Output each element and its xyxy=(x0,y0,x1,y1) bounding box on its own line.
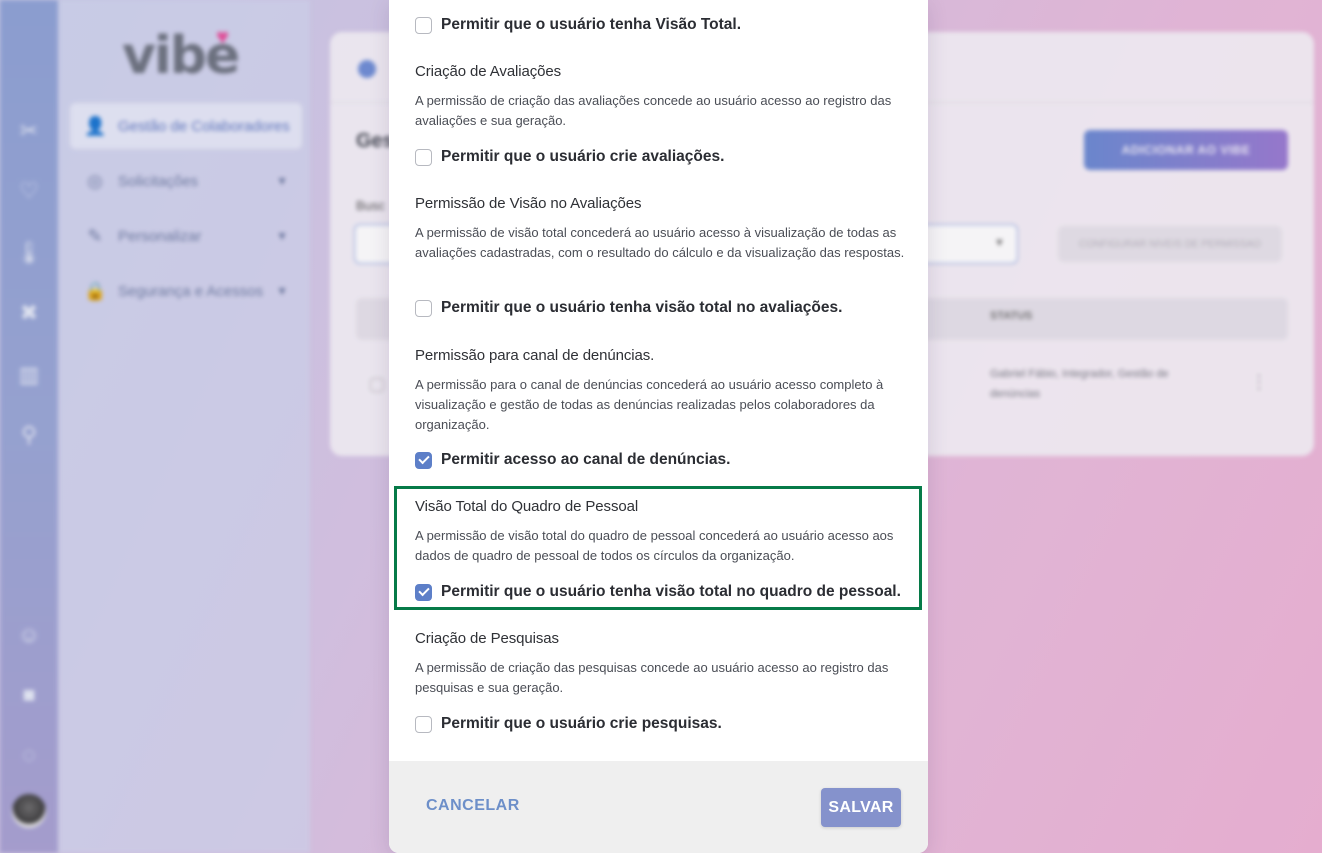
checkbox-quadro-pessoal[interactable]: Permitir que o usuário tenha visão total… xyxy=(415,583,901,601)
permission-description: A permissão para o canal de denúncias co… xyxy=(415,377,884,432)
permission-title: Visão Total do Quadro de Pessoal xyxy=(415,498,639,515)
permission-title: Permissão de Visão no Avaliações xyxy=(415,195,642,212)
checkbox-criacao-avaliacoes[interactable]: Permitir que o usuário crie avaliações. xyxy=(415,148,724,166)
checkbox[interactable] xyxy=(415,715,432,733)
permission-title: Criação de Avaliações xyxy=(415,63,562,80)
permission-section: Permissão para canal de denúncias. A per… xyxy=(415,347,905,435)
checkbox-visao-avaliacoes[interactable]: Permitir que o usuário tenha visão total… xyxy=(415,299,842,317)
checkbox-visao-total[interactable]: Permitir que o usuário tenha Visão Total… xyxy=(415,16,741,34)
checkbox-canal-denuncias[interactable]: Permitir acesso ao canal de denúncias. xyxy=(415,451,730,469)
checkbox[interactable] xyxy=(415,299,432,317)
save-button[interactable]: SALVAR xyxy=(821,788,901,827)
checkbox-label: Permitir que o usuário crie pesquisas. xyxy=(441,715,722,732)
permission-title: Permissão para canal de denúncias. xyxy=(415,347,655,364)
checkbox[interactable] xyxy=(415,16,432,34)
checkbox-criacao-pesquisas[interactable]: Permitir que o usuário crie pesquisas. xyxy=(415,715,722,733)
permission-section: Criação de Pesquisas A permissão de cria… xyxy=(415,630,905,698)
permission-description: A permissão de visão total do quadro de … xyxy=(415,528,894,563)
permission-section: Visão Total do Quadro de Pessoal A permi… xyxy=(415,498,905,566)
checkbox[interactable] xyxy=(415,148,432,166)
checkbox-label: Permitir que o usuário tenha visão total… xyxy=(441,299,843,316)
permission-description: A permissão de criação das pesquisas con… xyxy=(415,660,889,695)
modal-footer: CANCELAR SALVAR xyxy=(389,761,928,853)
permissions-modal: Permitir que o usuário tenha Visão Total… xyxy=(389,0,928,853)
permission-section: Criação de Avaliações A permissão de cri… xyxy=(415,63,905,131)
checkbox-label: Permitir que o usuário tenha Visão Total… xyxy=(441,16,742,33)
permission-title: Criação de Pesquisas xyxy=(415,630,559,647)
checkbox[interactable] xyxy=(415,451,432,469)
checkbox-label: Permitir que o usuário crie avaliações. xyxy=(441,148,725,165)
checkbox-label: Permitir que o usuário tenha visão total… xyxy=(441,583,901,600)
checkbox-label: Permitir acesso ao canal de denúncias. xyxy=(441,451,731,468)
permission-description: A permissão de visão total concederá ao … xyxy=(415,225,905,260)
permission-section: Permissão de Visão no Avaliações A permi… xyxy=(415,195,905,263)
permission-description: A permissão de criação das avaliações co… xyxy=(415,93,892,128)
checkbox[interactable] xyxy=(415,583,432,601)
cancel-button[interactable]: CANCELAR xyxy=(426,797,520,815)
